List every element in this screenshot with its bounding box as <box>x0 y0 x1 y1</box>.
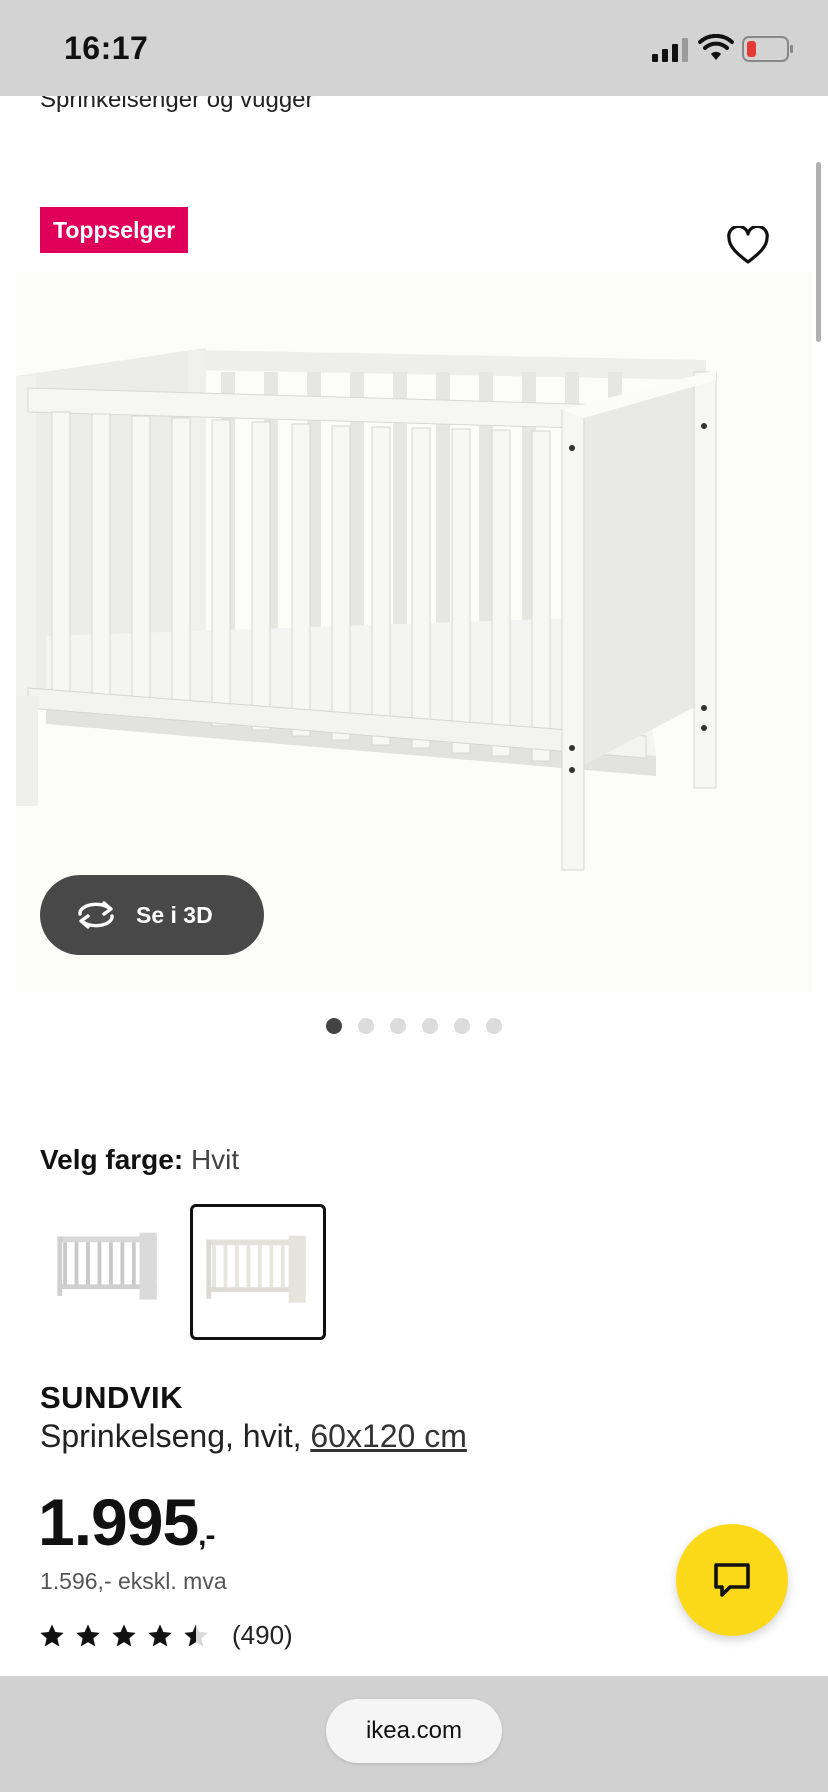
price: 1.995,- <box>38 1484 216 1560</box>
star-full-icon <box>76 1623 100 1646</box>
chat-button[interactable] <box>676 1524 788 1636</box>
product-type: Sprinkelseng, hvit, <box>40 1418 302 1454</box>
wifi-icon <box>698 34 734 60</box>
crib-thumbnail <box>57 1232 157 1300</box>
price-ex-vat: 1.596,- ekskl. mva <box>40 1568 227 1594</box>
chat-bubble-icon <box>714 1563 750 1597</box>
product-page[interactable]: Sprinkelsenger og vugger Toppselger Se i… <box>0 96 828 1676</box>
price-main: 1.995 <box>38 1485 199 1559</box>
carousel-dot[interactable] <box>454 1018 470 1034</box>
carousel-dot[interactable] <box>486 1018 502 1034</box>
heart-icon[interactable] <box>726 226 770 266</box>
star-full-icon <box>112 1623 136 1646</box>
color-selector-label: Velg farge: Hvit <box>40 1144 239 1176</box>
breadcrumb[interactable]: Sprinkelsenger og vugger <box>40 96 314 114</box>
rotate-3d-icon <box>78 901 114 929</box>
carousel-dot[interactable] <box>390 1018 406 1034</box>
view-3d-label: Se i 3D <box>136 901 213 928</box>
color-swatch-white[interactable] <box>190 1204 326 1340</box>
carousel-dot[interactable] <box>326 1018 342 1034</box>
carousel-dot[interactable] <box>358 1018 374 1034</box>
star-full-icon <box>148 1623 172 1646</box>
product-size-link[interactable]: 60x120 cm <box>310 1418 467 1454</box>
browser-toolbar: ikea.com <box>0 1676 828 1792</box>
battery-low-icon <box>742 36 793 62</box>
carousel-dots[interactable] <box>326 1018 502 1034</box>
cellular-signal-icon <box>652 38 688 62</box>
price-suffix: ,- <box>198 1519 215 1552</box>
crib-thumbnail <box>206 1235 306 1303</box>
view-3d-button[interactable]: Se i 3D <box>40 875 264 955</box>
scrollbar[interactable] <box>816 162 821 342</box>
status-bar: 16:17 <box>0 0 828 96</box>
carousel-dot[interactable] <box>422 1018 438 1034</box>
status-time: 16:17 <box>64 30 149 66</box>
color-swatch-grey[interactable] <box>44 1204 180 1340</box>
rating-stars[interactable]: (490) <box>38 1620 293 1651</box>
top-seller-badge: Toppselger <box>40 207 189 253</box>
product-brand: SUNDVIK <box>40 1380 184 1415</box>
review-count[interactable]: (490) <box>232 1620 293 1651</box>
color-value: Hvit <box>190 1144 240 1175</box>
crib-image[interactable] <box>16 276 812 916</box>
star-half-icon <box>184 1623 208 1646</box>
product-description: Sprinkelseng, hvit, 60x120 cm <box>40 1418 467 1455</box>
color-label: Velg farge: <box>40 1144 184 1175</box>
url-bar[interactable]: ikea.com <box>326 1699 502 1763</box>
star-full-icon <box>40 1623 64 1646</box>
